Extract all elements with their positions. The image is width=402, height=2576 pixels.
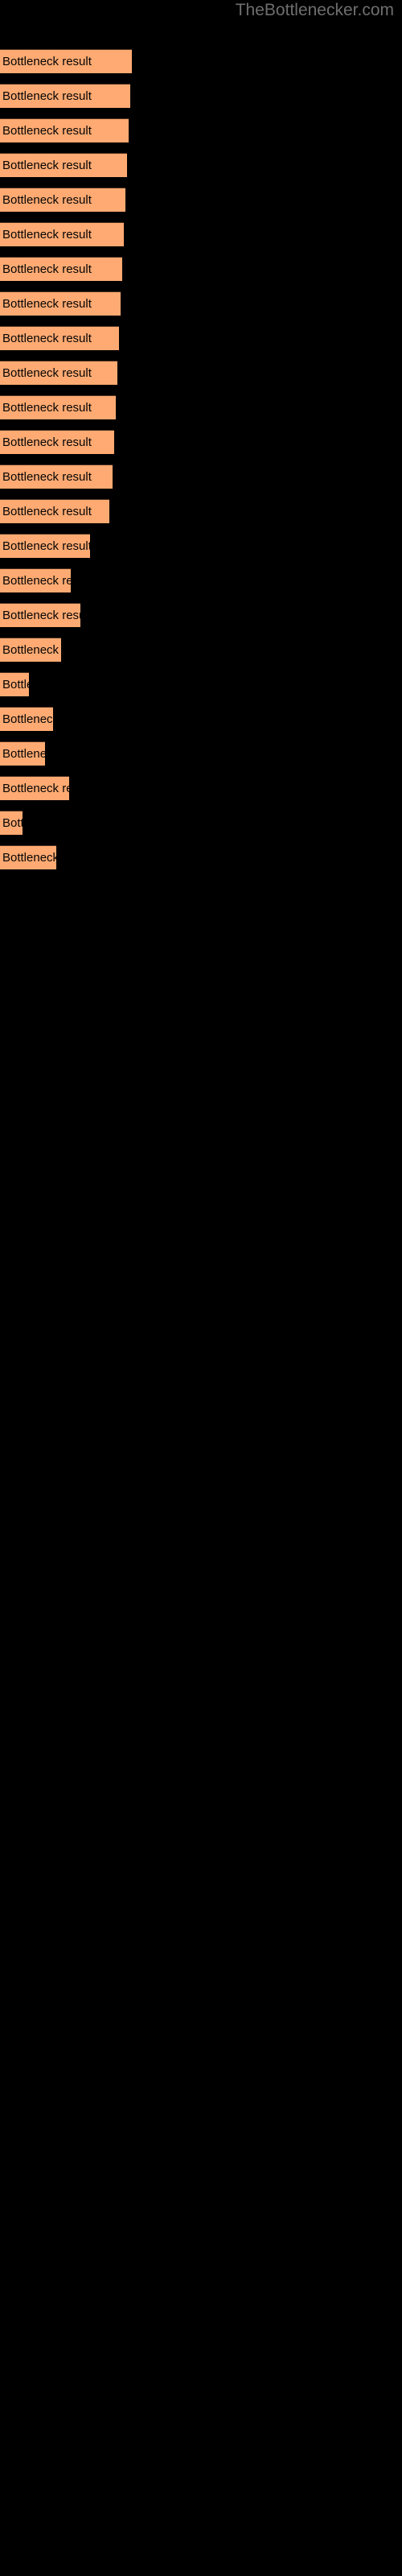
bar-row[interactable]: Bottleneck result <box>0 499 109 523</box>
bar-row[interactable]: Bottleneck result <box>0 707 53 731</box>
bar-row[interactable]: Bottleneck result <box>0 222 124 246</box>
bar[interactable]: Bottleneck result <box>0 776 69 800</box>
bar[interactable]: Bottleneck result <box>0 84 130 108</box>
bar-row[interactable]: Bottleneck result <box>0 776 69 800</box>
bar[interactable]: Bottleneck result <box>0 430 114 454</box>
bar[interactable]: Bottleneck result <box>0 188 125 212</box>
bar-label: Bottleneck result <box>2 55 92 68</box>
bar-label: Bottleneck result <box>2 436 92 449</box>
bar-row[interactable]: Bottleneck result <box>0 326 119 350</box>
bar-label: Bottleneck result <box>2 470 92 484</box>
bar-label: Bottleneck result <box>2 332 92 345</box>
bar[interactable]: Bottleneck result <box>0 707 53 731</box>
bar[interactable]: Bottleneck result <box>0 568 71 592</box>
bar-row[interactable]: Bottleneck result <box>0 741 45 766</box>
bar-label: Bottleneck result <box>2 505 92 518</box>
bar[interactable]: Bottleneck result <box>0 257 122 281</box>
bar[interactable]: Bottleneck result <box>0 811 23 835</box>
bar-label: Bottleneck result <box>2 851 56 865</box>
bar[interactable]: Bottleneck result <box>0 741 45 766</box>
bar-row[interactable]: Bottleneck result <box>0 291 121 316</box>
bar[interactable]: Bottleneck result <box>0 326 119 350</box>
bar-label: Bottleneck result <box>2 124 92 138</box>
bar-row[interactable]: Bottleneck result <box>0 188 125 212</box>
bar-label: Bottleneck result <box>2 366 92 380</box>
bar[interactable]: Bottleneck result <box>0 153 127 177</box>
bar[interactable]: Bottleneck result <box>0 291 121 316</box>
bar-label: Bottleneck result <box>2 782 69 795</box>
bar-row[interactable]: Bottleneck result <box>0 672 29 696</box>
bar-label: Bottleneck result <box>2 228 92 242</box>
bar-row[interactable]: Bottleneck result <box>0 153 127 177</box>
bar-label: Bottleneck result <box>2 712 53 726</box>
bar-row[interactable]: Bottleneck result <box>0 638 61 662</box>
bar[interactable]: Bottleneck result <box>0 222 124 246</box>
bar-row[interactable]: Bottleneck result <box>0 257 122 281</box>
bar-label: Bottleneck result <box>2 193 92 207</box>
bar-row[interactable]: Bottleneck result <box>0 361 117 385</box>
bar-label: Bottleneck result <box>2 609 80 622</box>
bar-row[interactable]: Bottleneck result <box>0 84 130 108</box>
bar-label: Bottleneck result <box>2 297 92 311</box>
bottleneck-bar-chart: TheBottlenecker.com Bottleneck result Bot… <box>0 0 402 2576</box>
bar[interactable]: Bottleneck result <box>0 395 116 419</box>
bar-label: Bottleneck result <box>2 643 61 657</box>
bar[interactable]: Bottleneck result <box>0 49 132 73</box>
bar-label: Bottleneck result <box>2 678 29 691</box>
bar-label: Bottleneck result <box>2 816 23 830</box>
bars-layer: Bottleneck result Bottleneck result Bottle… <box>0 0 402 2576</box>
bar[interactable]: Bottleneck result <box>0 361 117 385</box>
bar[interactable]: Bottleneck result <box>0 464 113 489</box>
bar[interactable]: Bottleneck result <box>0 534 90 558</box>
bar-label: Bottleneck result <box>2 401 92 415</box>
bar-row[interactable]: Bottleneck result <box>0 811 23 835</box>
bar-label: Bottleneck result <box>2 747 45 761</box>
bar[interactable]: Bottleneck result <box>0 118 129 142</box>
bar[interactable]: Bottleneck result <box>0 845 56 869</box>
bar-label: Bottleneck result <box>2 262 92 276</box>
bar-label: Bottleneck result <box>2 89 92 103</box>
bar[interactable]: Bottleneck result <box>0 672 29 696</box>
bar[interactable]: Bottleneck result <box>0 603 80 627</box>
bar-label: Bottleneck result <box>2 574 71 588</box>
bar-row[interactable]: Bottleneck result <box>0 845 56 869</box>
bar-label: Bottleneck result <box>2 159 92 172</box>
bar[interactable]: Bottleneck result <box>0 638 61 662</box>
bar-row[interactable]: Bottleneck result <box>0 534 90 558</box>
bar-row[interactable]: Bottleneck result <box>0 568 71 592</box>
bar-row[interactable]: Bottleneck result <box>0 464 113 489</box>
bar[interactable]: Bottleneck result <box>0 499 109 523</box>
bar-row[interactable]: Bottleneck result <box>0 49 132 73</box>
bar-row[interactable]: Bottleneck result <box>0 395 116 419</box>
bar-label: Bottleneck result <box>2 539 90 553</box>
bar-row[interactable]: Bottleneck result <box>0 430 114 454</box>
bar-row[interactable]: Bottleneck result <box>0 118 129 142</box>
bar-row[interactable]: Bottleneck result <box>0 603 80 627</box>
